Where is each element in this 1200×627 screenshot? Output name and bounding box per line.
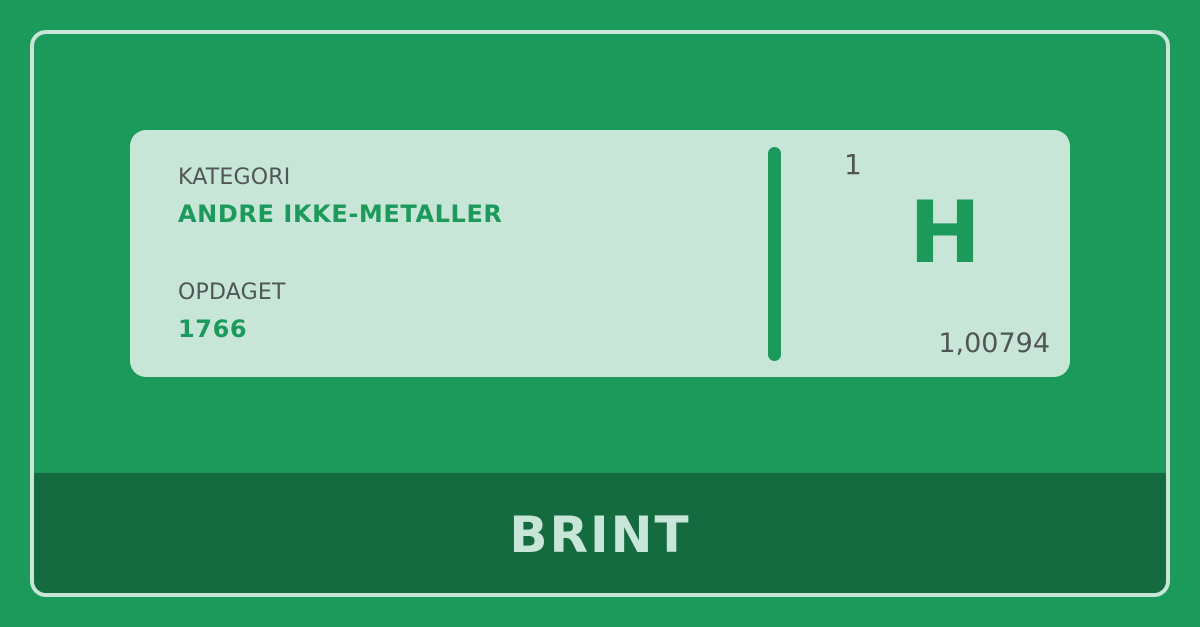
element-info-card: KATEGORI ANDRE IKKE-METALLER OPDAGET 176… [130,130,1070,377]
vertical-divider [768,147,781,361]
element-frame: KATEGORI ANDRE IKKE-METALLER OPDAGET 176… [30,30,1170,597]
atomic-mass: 1,00794 [938,328,1050,359]
discovered-value: 1766 [178,315,248,343]
element-name: BRINT [509,506,691,564]
discovered-label: OPDAGET [178,280,286,305]
atomic-number: 1 [844,148,862,181]
element-symbol: H [909,183,981,283]
element-name-band: BRINT [34,473,1166,593]
category-label: KATEGORI [178,165,291,190]
category-value: ANDRE IKKE-METALLER [178,200,503,228]
